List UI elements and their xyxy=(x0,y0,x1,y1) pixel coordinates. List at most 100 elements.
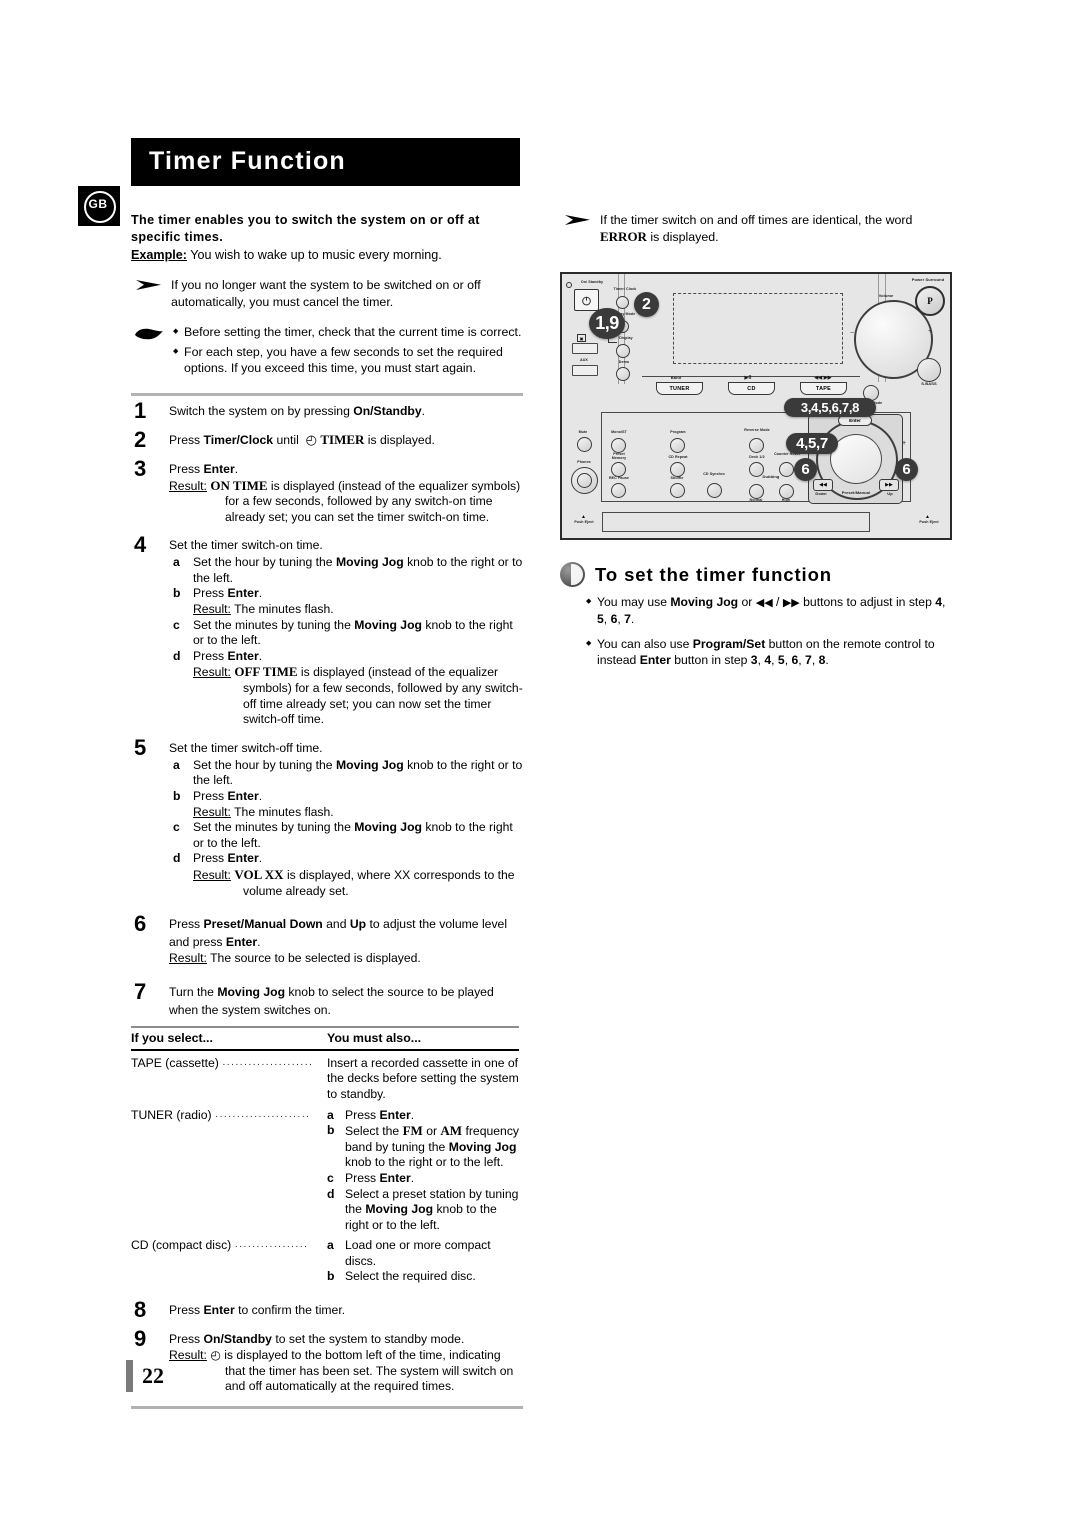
display-button[interactable] xyxy=(616,344,630,358)
result-text: The minutes flash. xyxy=(234,804,334,819)
aux-button[interactable] xyxy=(572,365,598,376)
substep-letter: b xyxy=(173,586,181,601)
step-7: 7 Turn the Moving Jog knob to select the… xyxy=(131,979,523,1019)
rec-pause-button[interactable] xyxy=(611,483,626,498)
substep-letter: d xyxy=(173,648,181,663)
substep-a: a Set the hour by tuning the Moving Jog k… xyxy=(173,757,523,788)
substep-d: d Press Enter. Result: VOL XX is displaye… xyxy=(169,851,523,899)
instruction-a: a Load one or more compact discs. xyxy=(327,1238,519,1269)
source-selection-table: If you select... You must also... TAPE (… xyxy=(131,1026,519,1285)
right-column: If the timer switch on and off times are… xyxy=(560,212,952,245)
tape-button[interactable]: TAPE xyxy=(800,382,847,395)
mono-st-button[interactable] xyxy=(611,438,626,453)
table-header-row: If you select... You must also... xyxy=(131,1026,519,1051)
rec-pause-label: REC Pause xyxy=(608,476,630,480)
result-label: Result: xyxy=(169,478,207,493)
instruction-a: a Press Enter. xyxy=(327,1107,415,1122)
dubbing-normal-button[interactable] xyxy=(749,484,764,499)
tape-door-button[interactable] xyxy=(572,343,598,354)
item-letter: a xyxy=(327,1107,334,1122)
eject-triangle-left: ▲ xyxy=(581,514,586,520)
fast-forward-button[interactable]: ▶▶ xyxy=(879,479,899,491)
callout-6-left: 6 xyxy=(794,458,817,481)
callout-6-right: 6 xyxy=(895,458,918,481)
substep-letter: c xyxy=(173,617,180,632)
page-number-text: 22 xyxy=(142,1363,164,1388)
section-header: To set the timer function xyxy=(560,562,952,587)
reverse-mode-button[interactable] xyxy=(749,438,764,453)
page-number: 22 xyxy=(126,1360,164,1392)
on-standby-button[interactable] xyxy=(574,289,599,311)
substep-b: b Press Enter. Result: The minutes flash. xyxy=(169,586,523,617)
substep-letter: a xyxy=(173,555,180,570)
high-label: High xyxy=(781,498,791,502)
intro-example: Example: You wish to wake up to music ev… xyxy=(131,247,523,264)
rewind-button[interactable]: ◀◀ xyxy=(813,479,833,491)
cd-repeat-button[interactable] xyxy=(670,462,685,477)
cell-instructions: a Press Enter. b Select the FM or AM frequ… xyxy=(327,1103,519,1234)
timer-function-section: To set the timer function You may use Mo… xyxy=(560,556,952,677)
tape-symbol: ▣ xyxy=(577,334,586,342)
down-label: Down xyxy=(815,491,827,496)
dubbing-high-button[interactable] xyxy=(779,484,794,499)
mute-button[interactable] xyxy=(577,437,592,452)
step-6: 6 Press Preset/Manual Down and Up to adj… xyxy=(131,911,523,967)
step-number: 9 xyxy=(134,1326,147,1352)
section-bullet-icon xyxy=(560,562,585,587)
reverse-mode-label: Reverse Mode xyxy=(744,428,770,432)
result-label: Result: xyxy=(193,804,231,819)
result-rest: is displayed (instead of the equalizer s… xyxy=(225,478,521,524)
power-icon xyxy=(582,295,591,305)
source-name: TUNER (radio) xyxy=(131,1107,212,1122)
cd-synchro-button[interactable] xyxy=(707,483,722,498)
list-item: You may use Moving Jog or ◀◀ / ▶▶ button… xyxy=(586,594,952,627)
display-window xyxy=(673,293,843,364)
stereo-system-illustration: On/ Standby Timer/ Clock Play Mode KIT D… xyxy=(560,272,952,540)
hand-note-list: Before setting the timer, check that the… xyxy=(173,324,523,377)
item-letter: b xyxy=(327,1269,335,1284)
cd-repeat-label: CD Repeat xyxy=(668,455,688,459)
steps-list: 1 Switch the system on by pressing On/St… xyxy=(131,398,523,1019)
timer-clock-button[interactable] xyxy=(616,296,629,309)
locale-badge: GB xyxy=(78,186,120,226)
page-title-bar: Timer Function xyxy=(131,138,520,186)
leader-dots: ····················· xyxy=(222,1058,314,1070)
locale-badge-label: GB xyxy=(88,197,108,211)
step-text: Press Enter. Result: ON TIME is displaye… xyxy=(169,462,523,526)
power-surround-button[interactable]: P xyxy=(915,286,945,316)
step-number: 2 xyxy=(134,426,147,452)
cd-button[interactable]: CD xyxy=(728,382,775,395)
callout-2: 2 xyxy=(634,292,659,317)
display-button-label: Display xyxy=(619,336,633,340)
s-bass-label: S.BASS xyxy=(921,381,937,386)
step-text: Turn the Moving Jog knob to select the s… xyxy=(169,984,494,1017)
volume-minus: − xyxy=(850,330,855,337)
shuffle-button[interactable] xyxy=(670,483,685,498)
substep-letter: b xyxy=(173,789,181,803)
normal-label: Normal xyxy=(749,498,763,502)
demo-button[interactable] xyxy=(616,367,630,381)
band-label: Band xyxy=(670,375,682,380)
s-bass-button[interactable] xyxy=(917,358,941,382)
example-text: You wish to wake up to music every morni… xyxy=(190,248,442,262)
tuner-button[interactable]: TUNER xyxy=(656,382,703,395)
step-text: Press Preset/Manual Down and Up to adjus… xyxy=(169,917,523,967)
step-number: 4 xyxy=(134,532,147,558)
manual-page: Timer Function GB The timer enables you … xyxy=(0,0,1080,1528)
phones-label: Phones xyxy=(577,460,591,464)
result-text: The minutes flash. xyxy=(234,602,334,617)
step-text: Press Enter to confirm the timer. xyxy=(169,1303,346,1318)
result-label: Result: xyxy=(193,665,231,680)
step-result: Result: ON TIME is displayed (instead of… xyxy=(169,478,523,526)
preset-memory-button[interactable] xyxy=(611,462,626,477)
rew-ff-label: ◀◀ ▶▶ xyxy=(814,375,832,381)
program-button[interactable] xyxy=(670,438,685,453)
item-letter: b xyxy=(327,1123,335,1138)
eject-triangle-right: ▲ xyxy=(925,514,930,520)
step-number: 7 xyxy=(134,978,147,1004)
substep-c: c Set the minutes by tuning the Moving Jo… xyxy=(173,820,513,850)
step-text: Press On/Standby to set the system to st… xyxy=(169,1332,523,1395)
deck-label: Deck 1/2 xyxy=(749,455,765,459)
leader-dots: ················· xyxy=(234,1241,309,1253)
step-number: 6 xyxy=(134,911,147,937)
